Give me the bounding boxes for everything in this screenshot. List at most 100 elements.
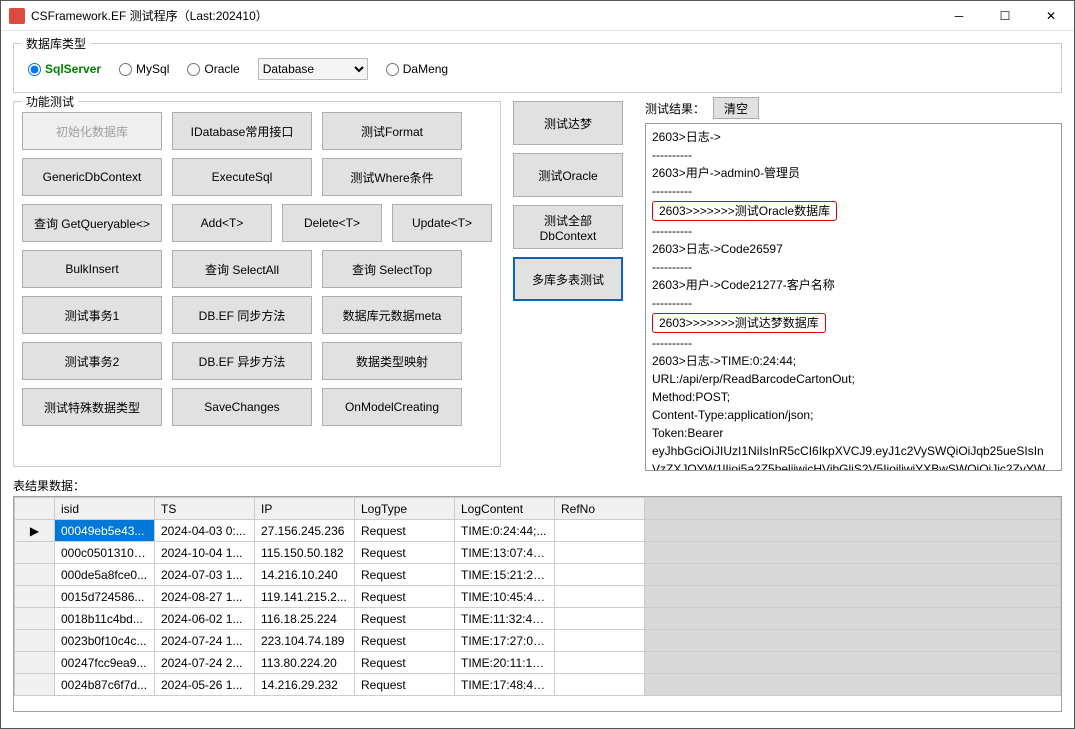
close-button[interactable]: ✕ xyxy=(1028,1,1074,31)
radio-sqlserver-input[interactable] xyxy=(28,63,41,76)
table-cell[interactable]: 27.156.245.236 xyxy=(255,520,355,542)
table-cell[interactable]: Request xyxy=(355,586,455,608)
table-cell[interactable]: 0015d724586... xyxy=(55,586,155,608)
results-grid[interactable]: isidTSIPLogTypeLogContentRefNo ▶00049eb5… xyxy=(13,496,1062,712)
maximize-button[interactable]: ☐ xyxy=(982,1,1028,31)
type-map-button[interactable]: 数据类型映射 xyxy=(322,342,462,380)
db-meta-button[interactable]: 数据库元数据meta xyxy=(322,296,462,334)
column-header[interactable]: TS xyxy=(155,498,255,520)
table-row[interactable]: 000de5a8fce0...2024-07-03 1...14.216.10.… xyxy=(15,564,1061,586)
table-cell[interactable]: 2024-05-26 1... xyxy=(155,674,255,696)
table-cell[interactable]: 0018b11c4bd... xyxy=(55,608,155,630)
test-all-ctx-button[interactable]: 测试全部DbContext xyxy=(513,205,623,249)
radio-mysql-input[interactable] xyxy=(119,63,132,76)
table-cell[interactable]: 0024b87c6f7d... xyxy=(55,674,155,696)
multi-db-table-button[interactable]: 多库多表测试 xyxy=(513,257,623,301)
table-cell[interactable]: 2024-10-04 1... xyxy=(155,542,255,564)
column-header[interactable]: IP xyxy=(255,498,355,520)
table-cell[interactable]: TIME:11:32:46... xyxy=(455,608,555,630)
radio-oracle[interactable]: Oracle xyxy=(187,62,239,76)
table-row[interactable]: 0018b11c4bd...2024-06-02 1...116.18.25.2… xyxy=(15,608,1061,630)
table-cell[interactable]: TIME:17:27:05... xyxy=(455,630,555,652)
table-cell[interactable] xyxy=(555,586,645,608)
test-dameng-button[interactable]: 测试达梦 xyxy=(513,101,623,145)
table-row[interactable]: 0023b0f10c4c...2024-07-24 1...223.104.74… xyxy=(15,630,1061,652)
select-top-button[interactable]: 查询 SelectTop xyxy=(322,250,462,288)
select-all-button[interactable]: 查询 SelectAll xyxy=(172,250,312,288)
init-db-button[interactable]: 初始化数据库 xyxy=(22,112,162,150)
table-row[interactable]: 0015d724586...2024-08-27 1...119.141.215… xyxy=(15,586,1061,608)
table-cell[interactable]: Request xyxy=(355,564,455,586)
table-cell[interactable]: 223.104.74.189 xyxy=(255,630,355,652)
table-cell[interactable]: Request xyxy=(355,630,455,652)
ef-sync-button[interactable]: DB.EF 同步方法 xyxy=(172,296,312,334)
column-header[interactable]: LogType xyxy=(355,498,455,520)
table-cell[interactable]: 116.18.25.224 xyxy=(255,608,355,630)
table-cell[interactable]: TIME:0:24:44;... xyxy=(455,520,555,542)
database-select[interactable]: Database xyxy=(258,58,368,80)
table-cell[interactable]: 00049eb5e43... xyxy=(55,520,155,542)
table-cell[interactable] xyxy=(555,630,645,652)
test-tx2-button[interactable]: 测试事务2 xyxy=(22,342,162,380)
on-model-creating-button[interactable]: OnModelCreating xyxy=(322,388,462,426)
table-cell[interactable] xyxy=(555,674,645,696)
table-cell[interactable]: 000de5a8fce0... xyxy=(55,564,155,586)
table-cell[interactable]: 0023b0f10c4c... xyxy=(55,630,155,652)
table-cell[interactable]: 2024-08-27 1... xyxy=(155,586,255,608)
table-cell[interactable]: 115.150.50.182 xyxy=(255,542,355,564)
results-textbox[interactable]: 2603>日志->----------2603>用户->admin0-管理员--… xyxy=(645,123,1062,471)
special-types-button[interactable]: 测试特殊数据类型 xyxy=(22,388,162,426)
table-cell[interactable]: 113.80.224.20 xyxy=(255,652,355,674)
radio-dameng[interactable]: DaMeng xyxy=(386,62,448,76)
generic-ctx-button[interactable]: GenericDbContext xyxy=(22,158,162,196)
column-header[interactable]: RefNo xyxy=(555,498,645,520)
save-changes-button[interactable]: SaveChanges xyxy=(172,388,312,426)
table-row[interactable]: 0024b87c6f7d...2024-05-26 1...14.216.29.… xyxy=(15,674,1061,696)
table-row[interactable]: ▶00049eb5e43...2024-04-03 0:...27.156.24… xyxy=(15,520,1061,542)
table-cell[interactable]: Request xyxy=(355,608,455,630)
table-cell[interactable] xyxy=(555,652,645,674)
table-cell[interactable]: 00247fcc9ea9... xyxy=(55,652,155,674)
table-cell[interactable]: 119.141.215.2... xyxy=(255,586,355,608)
table-cell[interactable]: TIME:13:07:40... xyxy=(455,542,555,564)
test-format-button[interactable]: 测试Format xyxy=(322,112,462,150)
get-queryable-button[interactable]: 查询 GetQueryable<> xyxy=(22,204,162,242)
bulk-insert-button[interactable]: BulkInsert xyxy=(22,250,162,288)
table-cell[interactable]: 000c0501310c... xyxy=(55,542,155,564)
test-oracle-button[interactable]: 测试Oracle xyxy=(513,153,623,197)
delete-t-button[interactable]: Delete<T> xyxy=(282,204,382,242)
table-cell[interactable]: 2024-07-24 1... xyxy=(155,630,255,652)
radio-sqlserver[interactable]: SqlServer xyxy=(28,62,101,76)
radio-dameng-input[interactable] xyxy=(386,63,399,76)
table-cell[interactable]: TIME:15:21:27... xyxy=(455,564,555,586)
clear-button[interactable]: 清空 xyxy=(713,97,759,119)
test-tx1-button[interactable]: 测试事务1 xyxy=(22,296,162,334)
update-t-button[interactable]: Update<T> xyxy=(392,204,492,242)
table-cell[interactable]: 2024-06-02 1... xyxy=(155,608,255,630)
table-cell[interactable]: 2024-04-03 0:... xyxy=(155,520,255,542)
table-cell[interactable]: TIME:10:45:41... xyxy=(455,586,555,608)
table-cell[interactable]: TIME:17:48:47... xyxy=(455,674,555,696)
table-cell[interactable]: Request xyxy=(355,674,455,696)
idatabase-button[interactable]: IDatabase常用接口 xyxy=(172,112,312,150)
table-cell[interactable] xyxy=(555,564,645,586)
table-cell[interactable]: Request xyxy=(355,652,455,674)
ef-async-button[interactable]: DB.EF 异步方法 xyxy=(172,342,312,380)
test-where-button[interactable]: 测试Where条件 xyxy=(322,158,462,196)
table-cell[interactable]: 2024-07-03 1... xyxy=(155,564,255,586)
table-cell[interactable]: TIME:20:11:19... xyxy=(455,652,555,674)
table-cell[interactable]: 14.216.10.240 xyxy=(255,564,355,586)
table-cell[interactable] xyxy=(555,542,645,564)
radio-mysql[interactable]: MySql xyxy=(119,62,169,76)
minimize-button[interactable]: ─ xyxy=(936,1,982,31)
column-header[interactable]: isid xyxy=(55,498,155,520)
table-cell[interactable] xyxy=(555,520,645,542)
column-header[interactable]: LogContent xyxy=(455,498,555,520)
table-cell[interactable]: Request xyxy=(355,520,455,542)
add-t-button[interactable]: Add<T> xyxy=(172,204,272,242)
table-row[interactable]: 00247fcc9ea9...2024-07-24 2...113.80.224… xyxy=(15,652,1061,674)
table-cell[interactable]: Request xyxy=(355,542,455,564)
table-cell[interactable]: 2024-07-24 2... xyxy=(155,652,255,674)
execute-sql-button[interactable]: ExecuteSql xyxy=(172,158,312,196)
table-row[interactable]: 000c0501310c...2024-10-04 1...115.150.50… xyxy=(15,542,1061,564)
